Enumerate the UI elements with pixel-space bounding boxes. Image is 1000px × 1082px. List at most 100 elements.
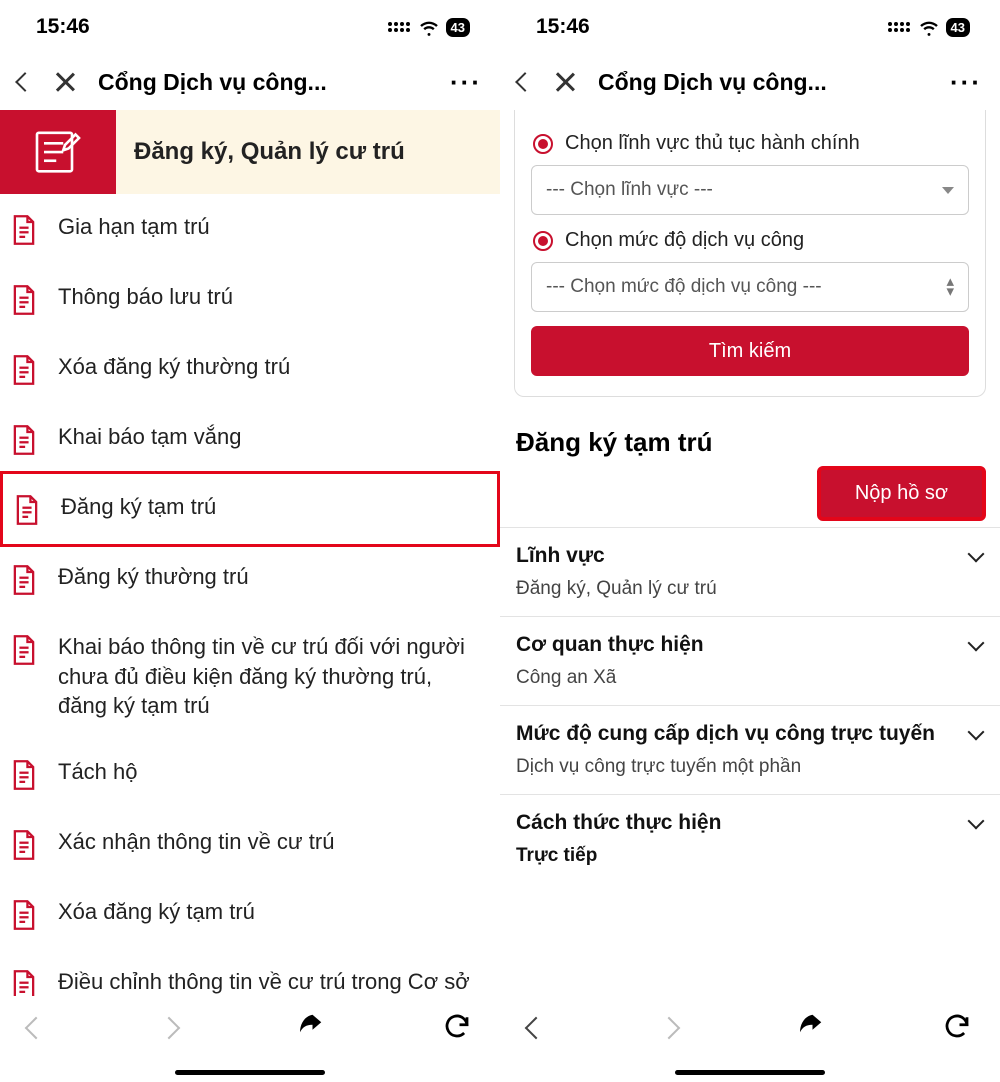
nav-back-icon[interactable] (525, 1017, 548, 1040)
accordion-item[interactable]: Cơ quan thực hiện Công an Xã (500, 616, 1000, 705)
accordion-list: Lĩnh vực Đăng ký, Quản lý cư trú Cơ quan t… (500, 527, 1000, 883)
more-icon[interactable]: ··· (950, 77, 982, 87)
bottom-toolbar (0, 996, 500, 1082)
battery-badge: 43 (946, 18, 970, 37)
list-item[interactable]: Tách hộ (0, 739, 500, 809)
document-icon (10, 284, 38, 316)
document-icon (10, 564, 38, 596)
home-indicator (675, 1070, 825, 1075)
wifi-icon (918, 16, 940, 38)
back-icon[interactable] (15, 72, 35, 92)
list-item-label: Xác nhận thông tin về cư trú (58, 827, 334, 857)
radio-field-domain[interactable]: Chọn lĩnh vực thủ tục hành chính (533, 132, 969, 155)
close-icon[interactable] (554, 71, 576, 93)
select-placeholder: --- Chọn mức độ dịch vụ công --- (546, 276, 822, 298)
radio-icon (533, 134, 553, 154)
select-placeholder: --- Chọn lĩnh vực --- (546, 179, 713, 201)
back-icon[interactable] (515, 72, 535, 92)
radio-field-level[interactable]: Chọn mức độ dịch vụ công (533, 229, 969, 252)
list-item[interactable]: Thông báo lưu trú (0, 264, 500, 334)
accordion-content: Đăng ký, Quản lý cư trú (516, 578, 982, 600)
list-item-label: Thông báo lưu trú (58, 282, 233, 312)
list-item-label: Xóa đăng ký tạm trú (58, 897, 255, 927)
select-level[interactable]: --- Chọn mức độ dịch vụ công --- ▴▾ (531, 262, 969, 312)
share-icon[interactable] (795, 1011, 825, 1046)
document-icon (10, 214, 38, 246)
document-icon (10, 829, 38, 861)
reload-icon[interactable] (442, 1011, 472, 1046)
content-area: Chọn lĩnh vực thủ tục hành chính --- Chọ… (500, 110, 1000, 1082)
accordion-item[interactable]: Cách thức thực hiệnTrực tiếp (500, 794, 1000, 883)
status-right: 43 (888, 16, 970, 38)
accordion-title: Lĩnh vực (516, 544, 605, 568)
bottom-toolbar (500, 996, 1000, 1082)
accordion-title: Cơ quan thực hiện (516, 633, 704, 657)
phone-right: 15:46 43 Cổng Dịch vụ công... ··· Chọn l… (500, 0, 1000, 1082)
accordion-content: Công an Xã (516, 667, 982, 689)
list-item-label: Xóa đăng ký thường trú (58, 352, 290, 382)
signal-icon (388, 22, 410, 32)
search-button[interactable]: Tìm kiếm (531, 326, 969, 376)
radio-label: Chọn mức độ dịch vụ công (565, 229, 804, 252)
battery-badge: 43 (446, 18, 470, 37)
search-form: Chọn lĩnh vực thủ tục hành chính --- Chọ… (514, 110, 986, 397)
list-item-label: Khai báo thông tin về cư trú đối với ngư… (58, 632, 486, 721)
nav-forward-icon[interactable] (158, 1017, 181, 1040)
nav-bar: Cổng Dịch vụ công... ··· (0, 54, 500, 110)
document-icon (10, 424, 38, 456)
document-edit-icon (0, 110, 116, 194)
select-domain[interactable]: --- Chọn lĩnh vực --- (531, 165, 969, 215)
nav-back-icon[interactable] (25, 1017, 48, 1040)
category-hero: Đăng ký, Quản lý cư trú (0, 110, 500, 194)
share-icon[interactable] (295, 1011, 325, 1046)
close-icon[interactable] (54, 71, 76, 93)
updown-icon: ▴▾ (946, 278, 954, 296)
list-item[interactable]: Gia hạn tạm trú (0, 194, 500, 264)
submit-button[interactable]: Nộp hồ sơ (817, 466, 986, 521)
list-item-label: Khai báo tạm vắng (58, 422, 241, 452)
document-icon (10, 634, 38, 666)
document-icon (10, 354, 38, 386)
accordion-title: Mức độ cung cấp dịch vụ công trực tuyến (516, 722, 935, 746)
accordion-title: Cách thức thực hiện (516, 811, 721, 835)
accordion-item[interactable]: Mức độ cung cấp dịch vụ công trực tuyến D… (500, 705, 1000, 794)
status-bar: 15:46 43 (500, 0, 1000, 54)
list-item-label: Đăng ký tạm trú (61, 492, 216, 522)
document-icon (10, 759, 38, 791)
chevron-down-icon (968, 724, 985, 741)
category-title: Đăng ký, Quản lý cư trú (116, 110, 500, 194)
accordion-item[interactable]: Lĩnh vực Đăng ký, Quản lý cư trú (500, 527, 1000, 616)
signal-icon (888, 22, 910, 32)
page-title: Cổng Dịch vụ công... (98, 69, 428, 96)
list-item[interactable]: Xóa đăng ký tạm trú (0, 879, 500, 949)
chevron-down-icon (942, 187, 954, 194)
accordion-content: Dịch vụ công trực tuyến một phần (516, 756, 982, 778)
list-item-label: Gia hạn tạm trú (58, 212, 210, 242)
document-icon (10, 899, 38, 931)
nav-bar: Cổng Dịch vụ công... ··· (500, 54, 1000, 110)
clock: 15:46 (536, 15, 590, 39)
submit-wrap: Nộp hồ sơ (500, 466, 1000, 527)
list-item[interactable]: Đăng ký tạm trú (0, 471, 500, 547)
list-item[interactable]: Đăng ký thường trú (0, 544, 500, 614)
procedure-title: Đăng ký tạm trú (516, 427, 1000, 458)
more-icon[interactable]: ··· (450, 77, 482, 87)
phone-left: 15:46 43 Cổng Dịch vụ công... ··· (0, 0, 500, 1082)
reload-icon[interactable] (942, 1011, 972, 1046)
list-item[interactable]: Khai báo thông tin về cư trú đối với ngư… (0, 614, 500, 739)
home-indicator (175, 1070, 325, 1075)
content-area: Đăng ký, Quản lý cư trú Gia hạn tạm trú T… (0, 110, 500, 1082)
radio-label: Chọn lĩnh vực thủ tục hành chính (565, 132, 860, 155)
page-title: Cổng Dịch vụ công... (598, 69, 928, 96)
document-icon (13, 494, 41, 526)
status-bar: 15:46 43 (0, 0, 500, 54)
list-item-label: Tách hộ (58, 757, 138, 787)
status-right: 43 (388, 16, 470, 38)
list-item[interactable]: Khai báo tạm vắng (0, 404, 500, 474)
list-item[interactable]: Xác nhận thông tin về cư trú (0, 809, 500, 879)
nav-forward-icon[interactable] (658, 1017, 681, 1040)
list-item[interactable]: Xóa đăng ký thường trú (0, 334, 500, 404)
radio-icon (533, 231, 553, 251)
procedure-list: Gia hạn tạm trú Thông báo lưu trú Xóa đăng… (0, 194, 500, 1044)
chevron-down-icon (968, 635, 985, 652)
